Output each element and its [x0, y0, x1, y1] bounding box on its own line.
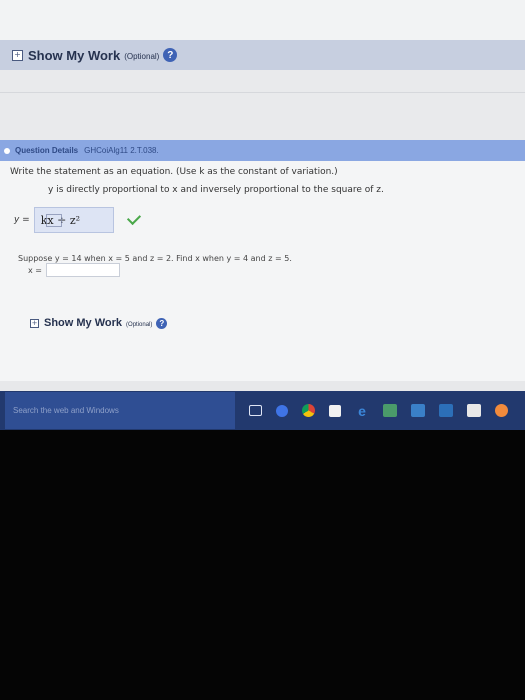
math-cursor-icon — [45, 214, 62, 227]
photos-icon[interactable] — [411, 404, 425, 417]
answer-row: y = kx ÷ z² — [14, 207, 141, 233]
show-my-work-bar[interactable]: + Show My Work (Optional) ? — [0, 40, 525, 70]
task-view-icon[interactable] — [249, 405, 262, 416]
mail-icon[interactable] — [439, 404, 453, 417]
show-my-work-label[interactable]: Show My Work — [44, 317, 122, 329]
expand-toggle-icon[interactable]: + — [30, 318, 39, 328]
x-label: x = — [28, 265, 42, 275]
taskbar-search-box[interactable]: Search the web and Windows — [5, 392, 235, 429]
question-details-bar[interactable]: Question Details GHCoiAlg11 2.T.038. — [0, 140, 525, 161]
optional-label: (Optional) — [124, 52, 160, 61]
windows-taskbar: Search the web and Windows e — [0, 391, 525, 430]
instruction-text: Write the statement as an equation. (Use… — [10, 167, 338, 177]
question-panel: Write the statement as an equation. (Use… — [0, 161, 525, 381]
x-answer-input[interactable] — [45, 263, 120, 277]
search-placeholder: Search the web and Windows — [13, 406, 119, 415]
question-id: GHCoiAlg11 2.T.038. — [84, 146, 159, 155]
correct-check-icon — [126, 210, 141, 226]
statement-text: y is directly proportional to x and inve… — [48, 185, 384, 195]
cortana-icon[interactable] — [276, 404, 288, 417]
optional-label: (Optional) — [126, 321, 153, 328]
show-my-work-label[interactable]: Show My Work — [28, 48, 120, 63]
divider — [0, 92, 525, 93]
app-orange-icon[interactable] — [495, 404, 508, 417]
store-icon[interactable] — [329, 404, 341, 417]
x-answer-row: x = — [28, 263, 120, 277]
dark-bezel — [0, 430, 525, 700]
expand-toggle-icon[interactable]: + — [12, 49, 23, 61]
app-icon[interactable] — [383, 404, 397, 417]
chrome-icon[interactable] — [302, 404, 315, 417]
show-my-work-button-2[interactable]: + Show My Work (Optional) ? — [30, 317, 168, 329]
question-details-link[interactable]: Question Details — [15, 146, 78, 155]
edge-icon[interactable]: e — [355, 403, 369, 419]
page-top-area — [0, 0, 525, 40]
bullet-icon — [4, 147, 10, 154]
help-icon[interactable]: ? — [156, 317, 168, 329]
browser-screen: + Show My Work (Optional) ? Question Det… — [0, 0, 525, 410]
document-icon[interactable] — [467, 404, 481, 417]
help-icon[interactable]: ? — [163, 48, 178, 62]
suppose-text: Suppose y = 14 when x = 5 and z = 2. Fin… — [18, 254, 292, 263]
equation-answer-field[interactable]: kx ÷ z² — [33, 207, 114, 233]
y-label: y = — [14, 215, 30, 225]
section-gap — [0, 70, 525, 140]
